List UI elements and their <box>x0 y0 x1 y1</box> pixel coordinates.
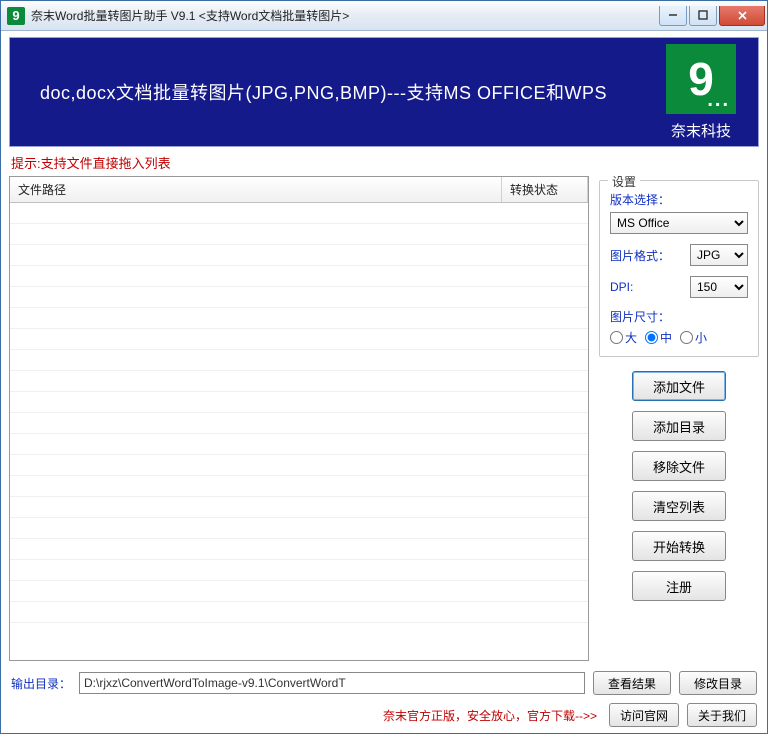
output-label: 输出目录： <box>11 675 71 692</box>
table-header: 文件路径 转换状态 <box>10 177 588 203</box>
settings-title: 设置 <box>608 173 640 190</box>
table-body[interactable] <box>10 203 588 660</box>
table-row <box>10 371 588 392</box>
minimize-button[interactable] <box>659 6 687 26</box>
add-file-button[interactable]: 添加文件 <box>632 371 726 401</box>
version-select[interactable]: MS Office <box>610 212 748 234</box>
table-row <box>10 392 588 413</box>
visit-site-button[interactable]: 访问官网 <box>609 703 679 727</box>
about-us-button[interactable]: 关于我们 <box>687 703 757 727</box>
size-field: 图片尺寸： 大 中 小 <box>610 308 748 346</box>
table-row <box>10 518 588 539</box>
drag-hint: 提示:支持文件直接拖入列表 <box>9 147 759 176</box>
app-icon: 9 <box>7 7 25 25</box>
format-select[interactable]: JPG <box>690 244 748 266</box>
maximize-button[interactable] <box>689 6 717 26</box>
dpi-select[interactable]: 150 <box>690 276 748 298</box>
table-row <box>10 602 588 623</box>
output-path-input[interactable] <box>79 672 585 694</box>
close-button[interactable] <box>719 6 765 26</box>
dpi-field: DPI: 150 <box>610 276 748 298</box>
version-field: 版本选择： MS Office <box>610 191 748 234</box>
col-path-header[interactable]: 文件路径 <box>10 177 502 202</box>
table-row <box>10 539 588 560</box>
format-field: 图片格式： JPG <box>610 244 748 266</box>
logo-icon: 9 <box>666 44 736 114</box>
table-row <box>10 329 588 350</box>
format-label: 图片格式： <box>610 247 670 264</box>
logo-wrap: 9 奈末科技 <box>666 44 736 141</box>
size-medium-option[interactable]: 中 <box>645 329 672 346</box>
table-row <box>10 224 588 245</box>
banner-headline: doc,docx文档批量转图片(JPG,PNG,BMP)---支持MS OFFI… <box>40 79 607 105</box>
table-row <box>10 287 588 308</box>
right-panel: 设置 版本选择： MS Office 图片格式： JPG <box>599 176 759 661</box>
output-row: 输出目录： 查看结果 修改目录 <box>9 661 759 699</box>
dpi-label: DPI: <box>610 280 633 294</box>
table-row <box>10 581 588 602</box>
table-row <box>10 266 588 287</box>
size-large-option[interactable]: 大 <box>610 329 637 346</box>
table-row <box>10 203 588 224</box>
window-controls <box>657 6 765 26</box>
footer-notice: 奈末官方正版，安全放心，官方下载-->> <box>383 707 597 724</box>
size-small-radio[interactable] <box>680 331 693 344</box>
size-label: 图片尺寸： <box>610 308 748 325</box>
settings-group: 设置 版本选择： MS Office 图片格式： JPG <box>599 180 759 357</box>
table-row <box>10 476 588 497</box>
change-dir-button[interactable]: 修改目录 <box>679 671 757 695</box>
add-dir-button[interactable]: 添加目录 <box>632 411 726 441</box>
size-radios: 大 中 小 <box>610 329 748 346</box>
banner: doc,docx文档批量转图片(JPG,PNG,BMP)---支持MS OFFI… <box>9 37 759 147</box>
brand-name: 奈末科技 <box>671 120 731 141</box>
col-status-header[interactable]: 转换状态 <box>502 177 588 202</box>
file-table[interactable]: 文件路径 转换状态 <box>9 176 589 661</box>
main-row: 文件路径 转换状态 <box>9 176 759 661</box>
clear-list-button[interactable]: 清空列表 <box>632 491 726 521</box>
left-panel: 文件路径 转换状态 <box>9 176 589 661</box>
footer: 奈末官方正版，安全放心，官方下载-->> 访问官网 关于我们 <box>9 699 759 729</box>
window-title: 奈末Word批量转图片助手 V9.1 <支持Word文档批量转图片> <box>31 7 657 24</box>
start-convert-button[interactable]: 开始转换 <box>632 531 726 561</box>
version-label: 版本选择： <box>610 191 748 208</box>
register-button[interactable]: 注册 <box>632 571 726 601</box>
view-result-button[interactable]: 查看结果 <box>593 671 671 695</box>
table-row <box>10 434 588 455</box>
titlebar: 9 奈末Word批量转图片助手 V9.1 <支持Word文档批量转图片> <box>1 1 767 31</box>
table-row <box>10 413 588 434</box>
table-row <box>10 350 588 371</box>
table-row <box>10 497 588 518</box>
table-row <box>10 560 588 581</box>
client-area: doc,docx文档批量转图片(JPG,PNG,BMP)---支持MS OFFI… <box>1 31 767 733</box>
table-row <box>10 245 588 266</box>
size-small-option[interactable]: 小 <box>680 329 707 346</box>
size-medium-radio[interactable] <box>645 331 658 344</box>
app-window: 9 奈末Word批量转图片助手 V9.1 <支持Word文档批量转图片> doc… <box>0 0 768 734</box>
size-large-radio[interactable] <box>610 331 623 344</box>
remove-file-button[interactable]: 移除文件 <box>632 451 726 481</box>
action-buttons: 添加文件 添加目录 移除文件 清空列表 开始转换 注册 <box>599 371 759 601</box>
table-row <box>10 455 588 476</box>
table-row <box>10 308 588 329</box>
